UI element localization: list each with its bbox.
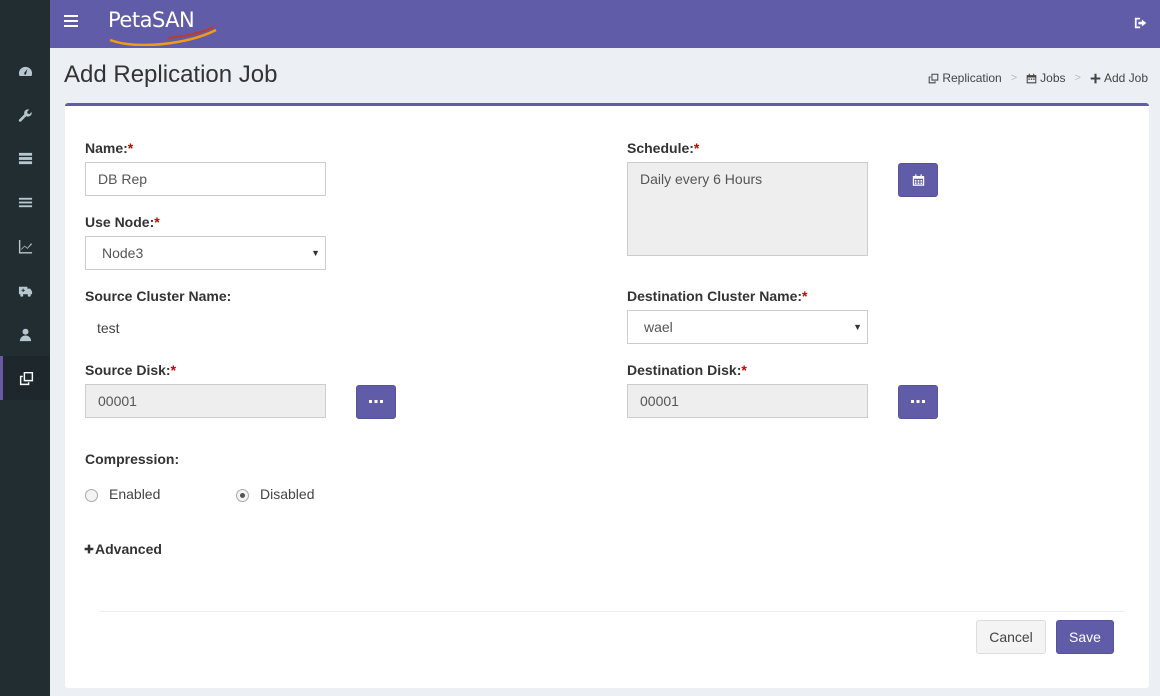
destination-cluster-select[interactable]: wael ▼ <box>627 310 868 344</box>
sidebar-item-settings[interactable] <box>0 93 50 137</box>
breadcrumb: Replication > Jobs > Add Job <box>928 71 1148 85</box>
compression-disabled-radio[interactable] <box>236 489 249 502</box>
destination-cluster-value: wael <box>644 319 673 335</box>
ellipsis-icon <box>911 400 925 403</box>
source-disk-input: 00001 <box>85 384 326 418</box>
destination-disk-input: 00001 <box>627 384 868 418</box>
plus-icon <box>84 544 94 554</box>
breadcrumb-separator: > <box>1074 72 1081 84</box>
clone-icon <box>929 73 939 83</box>
page-title: Add Replication Job <box>64 61 278 88</box>
calendar-icon <box>912 174 924 186</box>
wrench-icon <box>18 108 32 122</box>
name-input-value: DB Rep <box>98 171 148 187</box>
breadcrumb-add-job-label: Add Job <box>1103 71 1148 85</box>
compression-disabled-label[interactable]: Disabled <box>260 486 314 502</box>
sidebar-item-dashboard[interactable] <box>0 49 50 93</box>
sidebar-item-users[interactable] <box>0 312 50 356</box>
form-box: Name:* DB Rep Use Node:* Node3 ▼ Source … <box>65 103 1149 688</box>
menu-toggle-icon[interactable] <box>64 15 78 33</box>
schedule-textarea: Daily every 6 Hours <box>627 162 868 256</box>
sidebar-item-storage[interactable] <box>0 136 50 180</box>
sidebar-item-replication[interactable] <box>0 356 50 400</box>
compression-enabled-radio[interactable] <box>85 489 98 502</box>
logo: PetaSAN <box>108 8 217 46</box>
use-node-select-value: Node3 <box>102 245 144 261</box>
user-icon <box>19 328 31 341</box>
breadcrumb-separator: > <box>1010 72 1018 84</box>
compression-label: Compression: <box>85 451 180 467</box>
schedule-value: Daily every 6 Hours <box>640 171 763 187</box>
destination-disk-value: 00001 <box>640 393 679 409</box>
breadcrumb-jobs-label: Jobs <box>1040 71 1066 85</box>
advanced-label: Advanced <box>95 541 162 557</box>
breadcrumb-jobs[interactable]: Jobs <box>1026 71 1066 85</box>
sign-out-icon <box>1134 17 1147 29</box>
schedule-button[interactable] <box>898 163 938 197</box>
use-node-select[interactable]: Node3 ▼ <box>85 236 326 270</box>
ambulance-icon <box>18 286 32 297</box>
source-disk-label: Source Disk:* <box>85 362 177 378</box>
dashboard-icon <box>18 66 32 76</box>
source-disk-browse-button[interactable] <box>356 385 396 419</box>
top-navbar: PetaSAN <box>50 0 1160 48</box>
schedule-label: Schedule:* <box>627 140 700 156</box>
cancel-button[interactable]: Cancel <box>976 620 1046 654</box>
dropdown-arrow-icon: ▼ <box>311 248 320 258</box>
destination-disk-label: Destination Disk:* <box>627 362 747 378</box>
dropdown-arrow-icon: ▼ <box>853 322 862 332</box>
logout-button[interactable] <box>1134 16 1148 30</box>
source-cluster-value: test <box>97 320 120 336</box>
breadcrumb-add-job: Add Job <box>1090 71 1148 85</box>
sidebar <box>0 0 50 696</box>
destination-cluster-label: Destination Cluster Name:* <box>627 288 808 304</box>
footer-divider <box>100 611 1124 612</box>
advanced-toggle[interactable]: Advanced <box>84 541 162 557</box>
clone-icon <box>19 371 34 385</box>
sidebar-item-list[interactable] <box>0 180 50 224</box>
source-disk-value: 00001 <box>98 393 137 409</box>
server-icon <box>18 152 32 164</box>
save-button[interactable]: Save <box>1056 620 1114 654</box>
sidebar-item-statistics[interactable] <box>0 224 50 268</box>
name-input[interactable]: DB Rep <box>85 162 326 196</box>
breadcrumb-replication-label: Replication <box>942 71 1002 85</box>
name-label: Name:* <box>85 140 134 156</box>
compression-enabled-label[interactable]: Enabled <box>109 486 160 502</box>
ellipsis-icon <box>369 400 383 403</box>
plus-icon <box>1090 73 1101 83</box>
line-chart-icon <box>18 239 32 254</box>
use-node-label: Use Node:* <box>85 214 160 230</box>
source-cluster-label: Source Cluster Name: <box>85 288 232 304</box>
logo-text: PetaSAN <box>108 8 195 32</box>
destination-disk-browse-button[interactable] <box>898 385 938 419</box>
breadcrumb-replication[interactable]: Replication <box>928 71 1002 85</box>
sidebar-item-maintenance[interactable] <box>0 268 50 312</box>
list-icon <box>18 197 32 207</box>
calendar-icon <box>1026 73 1037 83</box>
